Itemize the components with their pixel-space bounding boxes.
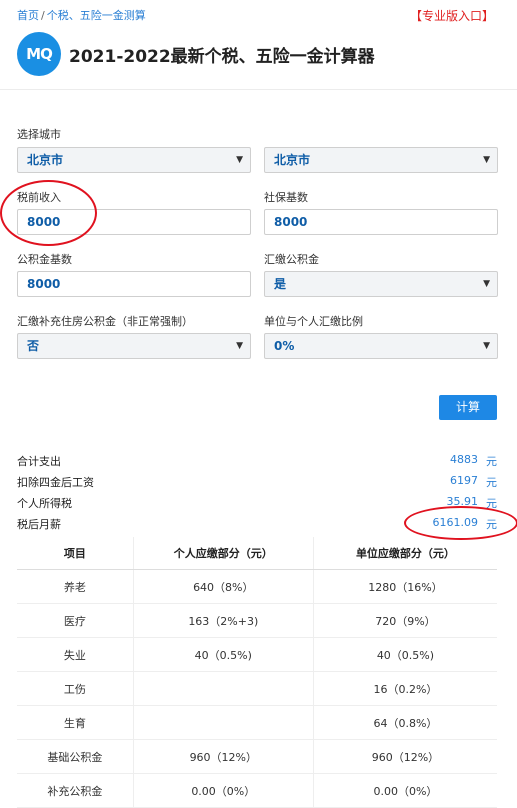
fund-base-label: 公积金基数	[17, 253, 72, 266]
chevron-down-icon: ▼	[483, 155, 490, 165]
supplementary-fund-label: 汇缴补充住房公积金（非正常强制）	[17, 315, 193, 328]
fund-pay-select[interactable]: 是 ▼	[264, 271, 498, 297]
city-select[interactable]: 北京市 ▼	[264, 147, 498, 173]
table-cell-personal	[133, 671, 314, 706]
table-header-item: 项目	[17, 537, 134, 570]
table-cell-item: 医疗	[17, 603, 134, 638]
table-cell-employer: 1280（16%）	[313, 569, 497, 604]
mq-logo-icon: MQ	[17, 32, 61, 76]
table-row: 工伤 16（0.2%）	[17, 671, 497, 706]
table-cell-employer: 960（12%）	[313, 739, 497, 774]
table-cell-item: 补充公积金	[17, 773, 134, 808]
table-cell-employer: 40（0.5%)	[313, 637, 497, 672]
summary-label-net-wage: 扣除四金后工资	[17, 476, 94, 489]
fund-pay-select-value: 是	[274, 277, 287, 291]
table-cell-personal: 40（0.5%)	[133, 637, 314, 672]
chevron-down-icon: ▼	[483, 341, 490, 351]
table-cell-item: 基础公积金	[17, 739, 134, 774]
table-cell-item: 工伤	[17, 671, 134, 706]
table-header-employer: 单位应缴部分（元）	[313, 537, 497, 570]
table-row: 医疗 163（2%+3) 720（9%）	[17, 603, 497, 638]
table-cell-personal: 960（12%）	[133, 739, 314, 774]
city-label: 选择城市	[17, 128, 61, 141]
chevron-down-icon: ▼	[236, 155, 243, 165]
summary-unit: 元	[486, 455, 497, 468]
table-header-personal: 个人应缴部分（元）	[133, 537, 314, 570]
table-row: 养老 640（8%） 1280（16%）	[17, 569, 497, 604]
page-title: 2021-2022最新个税、五险一金计算器	[69, 47, 375, 67]
annotation-circle-after-tax	[404, 506, 517, 540]
table-cell-employer: 16（0.2%）	[313, 671, 497, 706]
calculate-button[interactable]: 计算	[439, 395, 497, 420]
breadcrumb-separator: /	[41, 9, 45, 22]
table-cell-personal	[133, 705, 314, 740]
summary-unit: 元	[486, 476, 497, 489]
contribution-ratio-label: 单位与个人汇缴比例	[264, 315, 363, 328]
table-row: 补充公积金 0.00（0%） 0.00（0%）	[17, 773, 497, 808]
summary-label-income-tax: 个人所得税	[17, 497, 72, 510]
chevron-down-icon: ▼	[236, 341, 243, 351]
city-select-value: 北京市	[274, 153, 311, 167]
table-cell-personal: 640（8%）	[133, 569, 314, 604]
chevron-down-icon: ▼	[483, 279, 490, 289]
summary-value-net-wage: 6197	[450, 474, 478, 487]
table-cell-employer: 64（0.8%）	[313, 705, 497, 740]
table-row: 基础公积金 960（12%） 960（12%）	[17, 739, 497, 774]
province-select[interactable]: 北京市 ▼	[17, 147, 251, 173]
table-cell-employer: 0.00（0%）	[313, 773, 497, 808]
breadcrumb-current[interactable]: 个税、五险一金测算	[47, 9, 146, 22]
summary-label-total: 合计支出	[17, 455, 61, 468]
contribution-ratio-select[interactable]: 0% ▼	[264, 333, 498, 359]
header-divider	[0, 89, 517, 90]
supplementary-fund-select-value: 否	[27, 339, 40, 353]
breadcrumb-home-link[interactable]: 首页	[17, 9, 39, 22]
contribution-table: 项目 个人应缴部分（元） 单位应缴部分（元） 养老 640（8%） 1280（1…	[17, 537, 497, 808]
table-cell-personal: 0.00（0%）	[133, 773, 314, 808]
table-cell-employer: 720（9%）	[313, 603, 497, 638]
table-cell-item: 失业	[17, 637, 134, 672]
province-select-value: 北京市	[27, 153, 64, 167]
pro-version-link[interactable]: 【专业版入口】	[410, 7, 494, 24]
table-row: 生育 64（0.8%）	[17, 705, 497, 740]
fund-pay-label: 汇缴公积金	[264, 253, 319, 266]
social-base-label: 社保基数	[264, 191, 308, 204]
supplementary-fund-select[interactable]: 否 ▼	[17, 333, 251, 359]
social-base-input[interactable]: 8000	[264, 209, 498, 235]
breadcrumb: 首页 / 个税、五险一金测算	[17, 7, 146, 23]
table-cell-personal: 163（2%+3)	[133, 603, 314, 638]
contribution-ratio-select-value: 0%	[274, 339, 295, 353]
annotation-circle-pretax	[0, 180, 97, 246]
table-header-row: 项目 个人应缴部分（元） 单位应缴部分（元）	[17, 537, 497, 570]
fund-base-input[interactable]: 8000	[17, 271, 251, 297]
table-cell-item: 生育	[17, 705, 134, 740]
table-row: 失业 40（0.5%) 40（0.5%)	[17, 637, 497, 672]
table-cell-item: 养老	[17, 569, 134, 604]
summary-value-total: 4883	[450, 453, 478, 466]
summary-label-after-tax: 税后月薪	[17, 518, 61, 531]
